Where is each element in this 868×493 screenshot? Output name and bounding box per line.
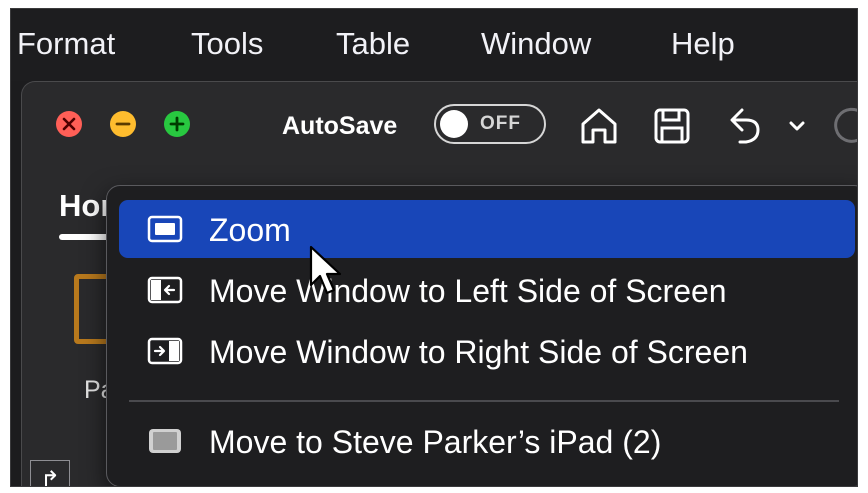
menu-format[interactable]: Format bbox=[17, 26, 115, 62]
menu-help[interactable]: Help bbox=[671, 26, 735, 62]
menu-item-zoom[interactable]: Zoom bbox=[119, 200, 855, 258]
tile-right-icon bbox=[147, 337, 183, 365]
close-window-button[interactable] bbox=[55, 110, 83, 138]
zoom-plus-icon bbox=[164, 111, 190, 137]
menu-table[interactable]: Table bbox=[336, 26, 410, 62]
menu-item-move-right[interactable]: Move Window to Right Side of Screen bbox=[119, 322, 855, 380]
chevron-down-icon bbox=[789, 121, 805, 131]
minimize-icon bbox=[110, 111, 136, 137]
menu-window[interactable]: Window bbox=[481, 26, 591, 62]
screenshot-frame: Format Tools Table Window Help AutoSave … bbox=[10, 8, 858, 487]
menu-item-label: Move Window to Left Side of Screen bbox=[209, 273, 727, 309]
zoom-window-button[interactable] bbox=[163, 110, 191, 138]
return-arrow-icon[interactable]: ↱ bbox=[30, 460, 70, 486]
autosave-state: OFF bbox=[480, 113, 521, 134]
window-tiling-menu: Zoom Move Window to Left Side of Screen … bbox=[106, 185, 857, 486]
menu-item-label: Move to Steve Parker’s iPad (2) bbox=[209, 424, 662, 460]
zoom-window-icon bbox=[147, 215, 183, 243]
redo-button[interactable] bbox=[827, 104, 857, 153]
minimize-window-button[interactable] bbox=[109, 110, 137, 138]
redo-icon bbox=[834, 107, 857, 143]
menu-item-label: Move Window to Right Side of Screen bbox=[209, 334, 748, 370]
ipad-icon bbox=[149, 429, 181, 453]
mouse-pointer-icon bbox=[309, 245, 342, 295]
tile-left-icon bbox=[147, 276, 183, 304]
menu-bar: Format Tools Table Window Help bbox=[11, 9, 857, 81]
save-button[interactable] bbox=[650, 104, 694, 153]
undo-icon bbox=[730, 108, 760, 144]
menu-item-move-to-ipad[interactable]: Move to Steve Parker’s iPad (2) bbox=[119, 412, 855, 470]
autosave-toggle[interactable]: OFF bbox=[434, 104, 546, 144]
menu-separator bbox=[129, 400, 839, 402]
autosave-label: AutoSave bbox=[282, 112, 398, 140]
undo-button[interactable] bbox=[724, 104, 770, 153]
close-icon bbox=[56, 111, 82, 137]
home-icon bbox=[581, 108, 617, 144]
toggle-knob bbox=[440, 110, 468, 138]
tab-home[interactable]: Hor bbox=[59, 188, 112, 224]
menu-tools[interactable]: Tools bbox=[191, 26, 263, 62]
undo-dropdown[interactable] bbox=[787, 116, 807, 141]
home-button[interactable] bbox=[577, 104, 621, 153]
menu-item-label: Zoom bbox=[209, 212, 291, 248]
save-icon bbox=[654, 108, 690, 144]
menu-item-move-left[interactable]: Move Window to Left Side of Screen bbox=[119, 261, 855, 319]
